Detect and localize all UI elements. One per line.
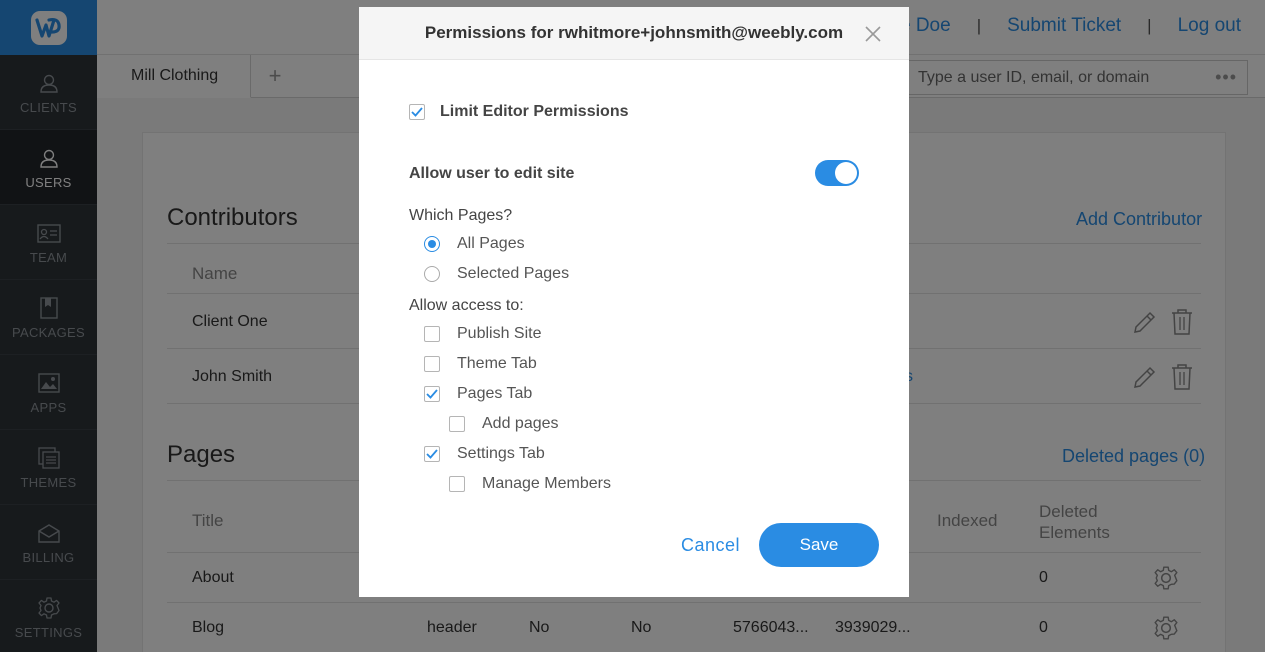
- checkbox-label: Manage Members: [482, 475, 611, 492]
- checkbox-label: Settings Tab: [457, 445, 545, 462]
- access-pages-tab[interactable]: Pages Tab: [424, 385, 532, 403]
- which-pages-label: Which Pages?: [409, 207, 513, 224]
- allow-edit-label: Allow user to edit site: [409, 165, 575, 182]
- checkbox[interactable]: [449, 416, 465, 432]
- permissions-modal: Permissions for rwhitmore+johnsmith@weeb…: [359, 7, 909, 597]
- checkbox[interactable]: [449, 476, 465, 492]
- radio-selected-pages[interactable]: Selected Pages: [424, 265, 569, 283]
- checkbox[interactable]: [424, 326, 440, 342]
- checkbox-label: Pages Tab: [457, 385, 533, 402]
- cancel-button[interactable]: Cancel: [681, 535, 740, 556]
- access-add-pages[interactable]: Add pages: [449, 415, 559, 433]
- radio-button[interactable]: [424, 266, 440, 282]
- radio-label: Selected Pages: [457, 265, 570, 282]
- limit-permissions-label: Limit Editor Permissions: [440, 103, 629, 120]
- access-manage-members[interactable]: Manage Members: [449, 475, 611, 493]
- checkbox[interactable]: [424, 446, 440, 462]
- toggle-knob: [835, 162, 857, 184]
- access-theme-tab[interactable]: Theme Tab: [424, 355, 537, 373]
- limit-permissions-checkbox[interactable]: [409, 104, 425, 120]
- checkbox[interactable]: [424, 356, 440, 372]
- access-publish-site[interactable]: Publish Site: [424, 325, 542, 343]
- checkbox-label: Add pages: [482, 415, 559, 432]
- radio-label: All Pages: [457, 235, 525, 252]
- checkbox[interactable]: [424, 386, 440, 402]
- close-icon[interactable]: [865, 26, 881, 47]
- radio-button[interactable]: [424, 236, 440, 252]
- save-button[interactable]: Save: [759, 523, 879, 567]
- access-settings-tab[interactable]: Settings Tab: [424, 445, 545, 463]
- allow-access-label: Allow access to:: [409, 297, 524, 314]
- allow-edit-toggle[interactable]: [815, 160, 859, 186]
- radio-all-pages[interactable]: All Pages: [424, 235, 525, 253]
- checkbox-label: Theme Tab: [457, 355, 537, 372]
- limit-permissions-row[interactable]: Limit Editor Permissions: [409, 103, 628, 121]
- modal-title: Permissions for rwhitmore+johnsmith@weeb…: [359, 7, 909, 60]
- checkbox-label: Publish Site: [457, 325, 542, 342]
